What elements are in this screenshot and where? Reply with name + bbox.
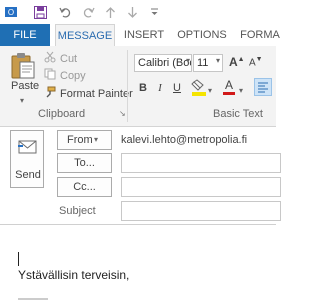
font-color-dropdown-icon[interactable]: ▾	[239, 86, 243, 95]
customize-qat-icon[interactable]	[146, 4, 162, 20]
format-painter-label: Format Painter	[60, 88, 133, 100]
text-cursor	[18, 252, 19, 266]
cut-label: Cut	[60, 53, 78, 65]
from-label: From	[67, 134, 93, 146]
ribbon: Paste ▾ Cut Copy Format Painter Clipboar…	[0, 46, 276, 127]
tab-insert[interactable]: INSERT	[122, 24, 166, 46]
copy-label: Copy	[60, 70, 86, 82]
font-size-value: 11	[197, 57, 209, 69]
send-button[interactable]: Send	[10, 130, 44, 188]
bold-button[interactable]: B	[136, 81, 150, 95]
to-button[interactable]: To...	[57, 153, 112, 173]
redo-icon[interactable]	[80, 4, 96, 20]
font-name-value: Calibri (Boc	[138, 57, 192, 69]
align-left-button[interactable]	[254, 78, 272, 96]
italic-button[interactable]: I	[153, 81, 167, 95]
outlook-logo-icon: O	[3, 4, 19, 20]
shrink-font-icon[interactable]: A▼	[249, 56, 263, 68]
message-body[interactable]: Ystävällisin terveisin,	[0, 225, 276, 300]
clipboard-icon	[10, 52, 36, 83]
tab-format[interactable]: FORMA	[238, 24, 282, 46]
font-color-swatch	[223, 92, 235, 95]
highlight-dropdown-icon[interactable]: ▾	[208, 86, 212, 95]
save-icon[interactable]	[32, 4, 48, 20]
font-color-glyph: A	[224, 78, 233, 92]
grow-font-icon[interactable]: A▲	[229, 55, 245, 69]
send-envelope-icon	[17, 139, 38, 158]
highlight-icon[interactable]	[191, 79, 207, 100]
cc-field[interactable]	[121, 177, 281, 197]
group-separator	[127, 50, 128, 122]
ribbon-tab-bar: FILE MESSAGE INSERT OPTIONS FORMA	[0, 24, 280, 47]
arrow-up-icon[interactable]	[102, 4, 118, 20]
font-name-combo[interactable]: Calibri (Boc	[134, 54, 192, 72]
to-field[interactable]	[121, 153, 281, 173]
from-button[interactable]: From ▾	[57, 130, 112, 150]
arrow-down-icon[interactable]	[124, 4, 140, 20]
underline-button[interactable]: U	[170, 81, 184, 95]
cc-label: Cc...	[73, 181, 96, 193]
copy-button[interactable]: Copy	[44, 68, 86, 84]
scissors-icon	[44, 51, 56, 68]
tab-options[interactable]: OPTIONS	[176, 24, 228, 46]
tab-file[interactable]: FILE	[0, 24, 50, 46]
clipboard-group-label: Clipboard	[38, 108, 86, 120]
subject-label: Subject	[59, 205, 96, 217]
paste-label: Paste	[11, 80, 40, 92]
font-name-dropdown-icon[interactable]: ▾	[186, 56, 190, 65]
cut-button[interactable]: Cut	[44, 51, 77, 67]
paintbrush-icon	[44, 86, 56, 103]
send-label: Send	[15, 169, 41, 181]
basic-text-group-label: Basic Text	[213, 108, 263, 120]
from-address: kalevi.lehto@metropolia.fi	[121, 134, 248, 146]
subject-field[interactable]	[121, 201, 281, 221]
font-color-button[interactable]: A	[222, 78, 236, 95]
paste-dropdown-icon[interactable]: ▾	[20, 96, 24, 105]
format-painter-button[interactable]: Format Painter	[44, 86, 133, 102]
undo-icon[interactable]	[57, 4, 73, 20]
quick-access-toolbar: O	[0, 0, 276, 24]
cc-button[interactable]: Cc...	[57, 177, 112, 197]
clipboard-launcher-icon[interactable]: ↘	[119, 109, 126, 118]
to-label: To...	[74, 157, 95, 169]
from-dropdown-icon: ▾	[94, 135, 99, 144]
svg-text:O: O	[8, 8, 14, 17]
tab-message[interactable]: MESSAGE	[55, 24, 115, 47]
copy-icon	[44, 68, 56, 85]
body-line: Ystävällisin terveisin,	[18, 268, 130, 282]
align-left-icon	[258, 82, 268, 93]
font-size-dropdown-icon[interactable]: ▾	[216, 56, 220, 65]
